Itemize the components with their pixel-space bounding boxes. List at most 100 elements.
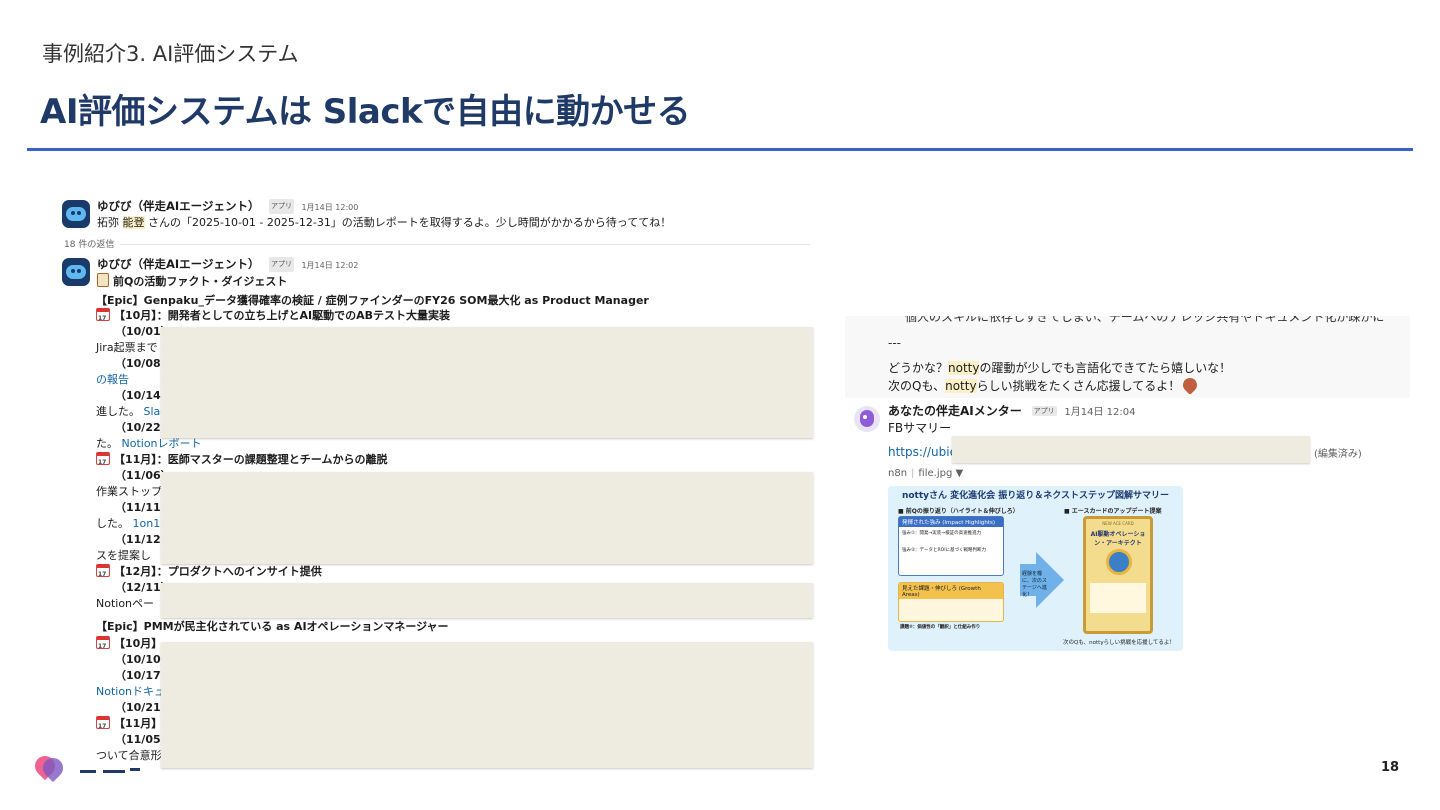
infographic-image[interactable]: nottyさん 変化進化会 振り返り＆ネクストステップ図解サマリー ■ 前Qの振… (888, 486, 1183, 651)
mentor-message-tail: 個人のスキルに依存しすぎてしまい、チームへのナレッジ共有やドキュメント化が疎かに… (845, 316, 1410, 398)
text-prefix: 拓弥 (97, 216, 123, 229)
report-link[interactable]: の報告 (96, 372, 129, 387)
app-badge: アプリ (268, 199, 294, 214)
redaction-box (952, 436, 1310, 463)
timestamp[interactable]: 1月14日 12:00 (301, 203, 358, 212)
growth-header: 見えた課題・伸びしろ (Growth Areas) (899, 583, 1003, 599)
month-heading-text: 【10月】 (114, 637, 163, 650)
closing-line-2: 次のQも、nottyらしい挑戦をたくさん応援してるよ！ (888, 375, 1201, 395)
strength-1: 強み①：開発→実装→検証の高速推進力 (902, 531, 982, 536)
mentor-avatar-icon[interactable] (854, 406, 880, 432)
section-left-title: ■ 前Qの振り返り（ハイライト＆伸びしろ） (898, 508, 1019, 515)
calendar-icon (96, 564, 110, 582)
month-heading-text: 【11月】 (114, 717, 163, 730)
reply-count: 18 件の返信 (64, 240, 115, 250)
impact-header: 発揮された強み (Impact Highlights) (899, 517, 1003, 527)
calendar-icon (96, 716, 110, 734)
ace-card-title: AI駆動オペレーション・アーキテクト (1090, 531, 1146, 547)
message-header: ゆびび（伴走AIエージェント） アプリ 1月14日 12:00 (97, 199, 358, 215)
chevron-down-icon[interactable]: ▼ (956, 468, 964, 479)
digest-heading-text: 前Qの活動ファクト・ダイジェスト (113, 275, 288, 288)
month-heading: 【10月】：開発者としての立ち上げとAI駆動でのABテスト大量実装 (96, 308, 450, 326)
infographic-footer: 次のQも、nottyらしい挑戦を応援してるよ！ (1063, 640, 1175, 646)
text-fragment-progress: 進した。 (96, 405, 140, 418)
slide-title: AI評価システムは Slackで自由に動かせる (40, 92, 691, 132)
name-highlight: notty (945, 379, 977, 393)
month-heading: 【10月】 (96, 636, 163, 654)
clipped-line: 個人のスキルに依存しすぎてしまい、チームへのナレッジ共有やドキュメント化が疎かに (905, 316, 1385, 324)
month-heading-text: 【10月】：開発者としての立ち上げとAI駆動でのABテスト大量実装 (114, 309, 450, 322)
yubibi-avatar-icon[interactable] (62, 200, 90, 228)
closing-line-2-prefix: 次のQも、 (888, 379, 946, 393)
message-header: ゆびび（伴走AIエージェント） アプリ 1月14日 12:02 (97, 257, 358, 273)
timestamp[interactable]: 1月14日 12:02 (301, 261, 358, 270)
text-fragment: 作業ストップ (96, 485, 162, 498)
redaction-box (161, 583, 813, 618)
text-fragment: した。 1on1 (96, 516, 160, 531)
task-2: 課題②：価値性の「翻訳」と仕組み作り (900, 625, 981, 630)
file-source: n8n (888, 468, 908, 479)
replies-divider (120, 244, 810, 245)
closing-line-2-suffix: らしい挑戦をたくさん応援してるよ！ (976, 379, 1181, 393)
timestamp[interactable]: 1月14日 12:04 (1064, 407, 1135, 418)
notion-doc-link[interactable]: Notionドキュ (96, 684, 165, 699)
redaction-box (161, 472, 813, 564)
growth-panel: 見えた課題・伸びしろ (Growth Areas) (898, 582, 1004, 622)
company-logo (30, 751, 145, 784)
app-badge: アプリ (268, 257, 294, 272)
text-fragment: スを提案し (96, 549, 151, 562)
summary-url-link[interactable]: https://ubie. (888, 445, 961, 459)
month-heading: 【12月】：プロダクトへのインサイト提供 (96, 564, 322, 582)
page-number: 18 (1381, 760, 1400, 775)
file-name[interactable]: file.jpg (918, 468, 952, 479)
text-suffix: さんの「2025-10-01 - 2025-12-31」の活動レポートを取得する… (144, 216, 672, 229)
strength-2: 強み②：データとROIに基づく戦略判断力 (902, 548, 987, 553)
month-heading: 【11月】 (96, 716, 163, 734)
sender-name[interactable]: あなたの伴走AIメンター (888, 404, 1022, 418)
epic-line: 【Epic】PMMが民主化されている as AIオペレーションマネージャー (96, 620, 449, 633)
closing-line-1: どうかな？nottyの躍動が少しでも言語化できてたら嬉しいな！ (888, 359, 1231, 376)
redaction-box (161, 642, 813, 768)
yubibi-avatar-icon[interactable] (62, 258, 90, 286)
digest-heading: 前Qの活動ファクト・ダイジェスト (97, 273, 287, 289)
text-fragment-ta: た。 (96, 437, 118, 450)
calendar-icon (96, 308, 110, 326)
slide-kicker: 事例紹介3. AI評価システム (42, 42, 299, 66)
title-divider (27, 148, 1413, 151)
ace-card-tag: NEW ACE CARD (1102, 521, 1134, 526)
redaction-box (161, 327, 813, 438)
infographic-title: nottyさん 変化進化会 振り返り＆ネクストステップ図解サマリー (901, 491, 1170, 501)
mention-highlight: 能登 (122, 216, 145, 229)
edited-label: (編集済み) (1314, 449, 1362, 460)
gear-icon (1106, 549, 1132, 575)
text-fragment-shita: した。 (96, 517, 129, 530)
month-heading: 【11月】：医師マスターの課題整理とチームからの離脱 (96, 452, 388, 470)
file-attachment-header: n8n | file.jpg ▼ (888, 468, 964, 479)
impact-panel: 発揮された強み (Impact Highlights) 強み①：開発→実装→検証… (898, 516, 1004, 576)
app-badge: アプリ (1031, 406, 1057, 416)
message-header: あなたの伴走AIメンター アプリ 1月14日 12:04 (888, 402, 1136, 419)
rocket-icon (1180, 375, 1201, 395)
notion-report-link[interactable]: Notionレポート (122, 437, 202, 450)
arrow-caption: 経験を糧に、次のステージへ進化！ (1022, 571, 1047, 598)
sender-name[interactable]: ゆびび（伴走AIエージェント） (97, 257, 259, 271)
text-fragment: 進した。 Slac (96, 404, 166, 419)
one-on-one-link[interactable]: 1on1 (133, 517, 161, 530)
closing-line-1-prefix: どうかな？ (888, 361, 949, 375)
calendar-icon (96, 452, 110, 470)
month-heading-text: 【12月】：プロダクトへのインサイト提供 (114, 565, 322, 578)
section-right-title: ■ エースカードのアップデート提案 (1064, 508, 1162, 515)
message-text: 拓弥 能登 さんの「2025-10-01 - 2025-12-31」の活動レポー… (97, 215, 671, 230)
text-fragment: Jira起票まで (96, 341, 158, 354)
ace-card-body (1090, 583, 1146, 613)
sender-name[interactable]: ゆびび（伴走AIエージェント） (97, 199, 259, 213)
text-fragment: た。 Notionレポート (96, 436, 202, 451)
calendar-icon (96, 636, 110, 654)
name-highlight: notty (948, 361, 980, 375)
month-heading-text: 【11月】：医師マスターの課題整理とチームからの離脱 (114, 453, 388, 466)
clipboard-icon (97, 273, 109, 287)
summary-label: FBサマリー (888, 421, 952, 435)
separator-dashes: --- (888, 336, 901, 350)
epic-line: 【Epic】Genpaku_データ獲得確率の検証 / 症例ファインダーのFY26… (96, 294, 649, 307)
text-fragment: Notionペー (96, 597, 155, 610)
